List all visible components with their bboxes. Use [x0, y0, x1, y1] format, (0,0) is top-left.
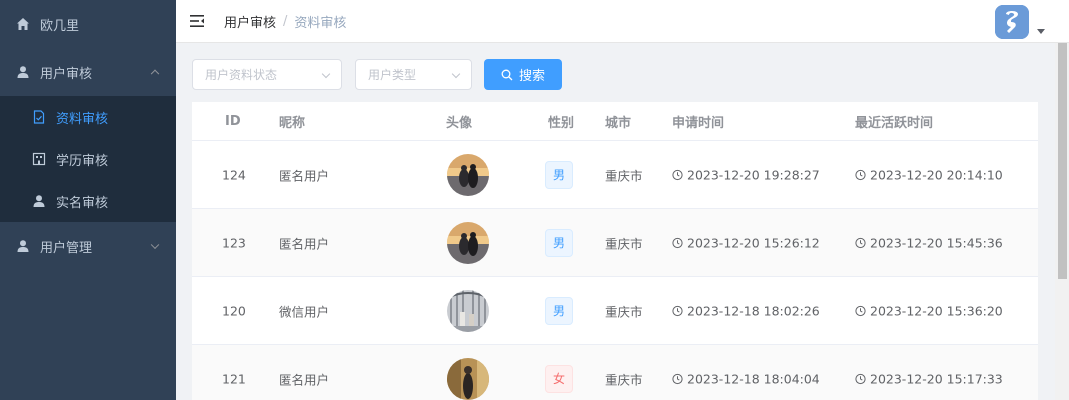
- column-header: 最近活跃时间: [855, 115, 934, 131]
- column-header: 昵称: [279, 115, 306, 131]
- cell-active-time: 2023-12-20 15:36:20: [855, 303, 1003, 318]
- column-header: 城市: [605, 115, 632, 131]
- clock-icon: [855, 305, 866, 316]
- sidebar: 欧几里 用户审核 资料审核 学历审核 实名审核 用户管理: [0, 0, 176, 400]
- cell-id: 124: [222, 167, 246, 182]
- sidebar-item-label: 欧几里: [40, 18, 80, 34]
- sidebar-item-label: 用户管理: [40, 240, 93, 256]
- home-icon: [16, 17, 30, 31]
- sidebar-item-home[interactable]: 欧几里: [0, 0, 176, 48]
- active-time-text: 2023-12-20 15:17:33: [870, 371, 1003, 386]
- gender-tag: 男: [545, 160, 573, 189]
- user-icon: [32, 194, 46, 208]
- apply-time-text: 2023-12-20 19:28:27: [687, 167, 820, 182]
- cell-city: 重庆市: [605, 168, 643, 183]
- user-photo[interactable]: [447, 289, 489, 332]
- user-status-select[interactable]: 用户资料状态: [192, 59, 342, 90]
- clock-icon: [855, 169, 866, 180]
- building-icon: [32, 152, 46, 166]
- sidebar-item-label: 学历审核: [56, 153, 109, 169]
- clock-icon: [672, 305, 683, 316]
- sidebar-item-label: 用户审核: [40, 66, 93, 82]
- sidebar-item-profile-review[interactable]: 资料审核: [0, 96, 176, 138]
- apply-time-text: 2023-12-18 18:04:04: [687, 371, 820, 386]
- clock-icon: [672, 373, 683, 384]
- select-placeholder: 用户类型: [368, 68, 417, 82]
- select-placeholder: 用户资料状态: [205, 68, 278, 82]
- user-type-select[interactable]: 用户类型: [355, 59, 472, 90]
- review-table: ID 昵称 头像 性别 城市 申请时间 最近活跃时间 124 匿名用户 男 重庆…: [192, 102, 1038, 400]
- table-header: ID 昵称 头像 性别 城市 申请时间 最近活跃时间: [192, 102, 1038, 141]
- sidebar-item-user-management[interactable]: 用户管理: [0, 222, 176, 270]
- user-photo[interactable]: [447, 221, 489, 264]
- cell-apply-time: 2023-12-18 18:02:26: [672, 303, 820, 318]
- cell-nickname: 匿名用户: [279, 236, 330, 251]
- table-row[interactable]: 123 匿名用户 男 重庆市 2023-12-20 15:26:12 2023-…: [192, 209, 1038, 277]
- cell-id: 120: [222, 303, 246, 318]
- apply-time-text: 2023-12-20 15:26:12: [687, 235, 820, 250]
- gender-tag: 男: [545, 228, 573, 257]
- column-header: 申请时间: [672, 115, 725, 131]
- scrollbar-thumb[interactable]: [1058, 43, 1067, 279]
- submenu-user-review: 资料审核 学历审核 实名审核: [0, 96, 176, 222]
- cell-active-time: 2023-12-20 15:45:36: [855, 235, 1003, 250]
- sidebar-item-label: 资料审核: [56, 111, 109, 127]
- column-header: 头像: [446, 115, 473, 131]
- clock-icon: [855, 237, 866, 248]
- search-button-label: 搜索: [518, 69, 545, 84]
- user-photo[interactable]: [447, 357, 489, 400]
- apply-time-text: 2023-12-18 18:02:26: [687, 303, 820, 318]
- gender-tag: 女: [545, 364, 573, 393]
- page-scrollbar[interactable]: [1055, 43, 1069, 400]
- chevron-down-icon: [321, 69, 331, 79]
- cell-apply-time: 2023-12-18 18:04:04: [672, 371, 820, 386]
- avatar[interactable]: [995, 5, 1029, 39]
- cell-apply-time: 2023-12-20 15:26:12: [672, 235, 820, 250]
- active-time-text: 2023-12-20 15:45:36: [870, 235, 1003, 250]
- breadcrumb-separator: /: [283, 13, 288, 29]
- chevron-down-icon: [451, 69, 461, 79]
- clock-icon: [855, 373, 866, 384]
- sidebar-item-realname-review[interactable]: 实名审核: [0, 180, 176, 222]
- chevron-up-icon: [150, 69, 160, 79]
- column-header: 性别: [548, 115, 575, 131]
- document-check-icon: [32, 110, 46, 124]
- menu-fold-icon[interactable]: [190, 15, 204, 27]
- search-icon: [501, 69, 513, 81]
- cell-apply-time: 2023-12-20 19:28:27: [672, 167, 820, 182]
- sidebar-item-label: 实名审核: [56, 195, 109, 211]
- table-row[interactable]: 124 匿名用户 男 重庆市 2023-12-20 19:28:27 2023-…: [192, 141, 1038, 209]
- table-row[interactable]: 120 微信用户 男 重庆市 2023-12-18 18:02:26 2023-…: [192, 277, 1038, 345]
- user-icon: [16, 239, 30, 253]
- cell-nickname: 匿名用户: [279, 372, 330, 387]
- breadcrumb-item[interactable]: 用户审核: [224, 12, 276, 31]
- breadcrumb-item-current: 资料审核: [294, 15, 347, 31]
- clock-icon: [672, 237, 683, 248]
- sidebar-item-user-review[interactable]: 用户审核: [0, 48, 176, 96]
- cell-nickname: 匿名用户: [279, 168, 330, 183]
- user-icon: [16, 65, 30, 79]
- cell-id: 123: [222, 235, 246, 250]
- clock-icon: [672, 169, 683, 180]
- cell-city: 重庆市: [605, 372, 643, 387]
- user-photo[interactable]: [447, 153, 489, 196]
- cell-id: 121: [222, 371, 246, 386]
- gender-tag: 男: [545, 296, 573, 325]
- cell-city: 重庆市: [605, 236, 643, 251]
- column-header: ID: [225, 113, 241, 129]
- cell-nickname: 微信用户: [279, 304, 330, 319]
- active-time-text: 2023-12-20 15:36:20: [870, 303, 1003, 318]
- breadcrumb: 用户审核 / 资料审核: [224, 12, 346, 31]
- active-time-text: 2023-12-20 20:14:10: [870, 167, 1003, 182]
- sidebar-item-education-review[interactable]: 学历审核: [0, 138, 176, 180]
- cell-city: 重庆市: [605, 304, 643, 319]
- search-button[interactable]: 搜索: [484, 59, 562, 90]
- cell-active-time: 2023-12-20 15:17:33: [855, 371, 1003, 386]
- caret-down-icon[interactable]: [1037, 29, 1045, 34]
- cell-active-time: 2023-12-20 20:14:10: [855, 167, 1003, 182]
- table-row[interactable]: 121 匿名用户 女 重庆市 2023-12-18 18:04:04 2023-…: [192, 345, 1038, 400]
- chevron-down-icon: [150, 240, 160, 250]
- top-navbar: 用户审核 / 资料审核: [176, 0, 1069, 43]
